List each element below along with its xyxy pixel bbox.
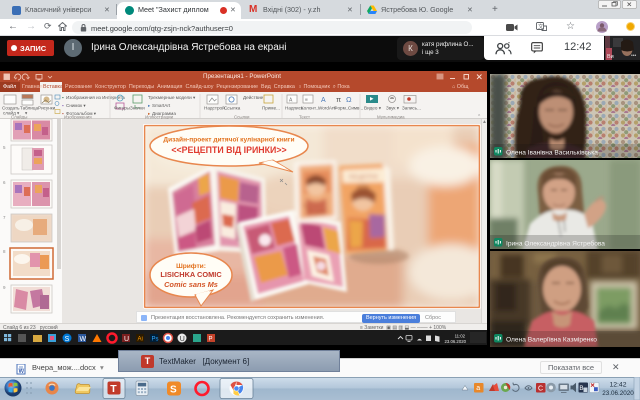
svg-text:▸: ▸ — [148, 103, 151, 108]
svg-text:Значки: Значки — [130, 106, 145, 111]
svg-text:Ви: Ви — [607, 54, 614, 60]
svg-text:11:02: 11:02 — [455, 334, 466, 339]
svg-text:": " — [508, 42, 510, 48]
svg-text:Действие: Действие — [243, 94, 264, 100]
svg-text:Видео ▾: Видео ▾ — [364, 106, 382, 111]
svg-text:РЕЦЕПТИ: РЕЦЕПТИ — [349, 174, 378, 181]
svg-text:S: S — [65, 336, 70, 343]
svg-text:SmartArt: SmartArt — [152, 103, 171, 108]
svg-text:LISICHKA COMIC: LISICHKA COMIC — [160, 270, 222, 279]
svg-text:23.06.2020: 23.06.2020 — [602, 390, 634, 397]
svg-text:23.06.2020: 23.06.2020 — [444, 339, 466, 344]
svg-text:U: U — [124, 336, 129, 343]
svg-text:▪: ▪ — [62, 103, 64, 108]
svg-text:12:42: 12:42 — [609, 382, 626, 389]
svg-text:P: P — [209, 337, 213, 343]
svg-text:Дизайн-проект дитячої кулінарн: Дизайн-проект дитячої кулінарної книги — [163, 136, 294, 144]
svg-text:Изображения из Интернета: Изображения из Интернета — [66, 95, 125, 100]
svg-text:Ai: Ai — [138, 337, 143, 343]
svg-text:•••: ••• — [631, 53, 637, 59]
svg-text:7: 7 — [3, 215, 6, 220]
svg-text:Ірина Олександрівна Ястребова: Ірина Олександрівна Ястребова — [506, 240, 605, 248]
svg-text:Ω: Ω — [346, 95, 352, 104]
svg-text:Звук ▾: Звук ▾ — [386, 106, 400, 111]
svg-text:Колонт...: Колонт... — [301, 106, 319, 111]
svg-text:Приме...: Приме... — [262, 106, 280, 111]
svg-text:5: 5 — [3, 145, 6, 150]
svg-text:Ps: Ps — [152, 337, 159, 343]
svg-text:S: S — [170, 385, 177, 396]
svg-text:Comic sans Ms: Comic sans Ms — [164, 280, 218, 289]
svg-text:<<РЕЦЕПТИ ВІД ІРИНКИ>>: <<РЕЦЕПТИ ВІД ІРИНКИ>> — [171, 145, 286, 155]
svg-text:a: a — [476, 385, 480, 392]
svg-text:WordArt: WordArt — [318, 106, 335, 111]
svg-text:8: 8 — [3, 249, 6, 254]
svg-text:Запись...: Запись... — [402, 106, 421, 111]
svg-text:Симв...: Симв... — [348, 106, 363, 111]
svg-text:Олена Іванівна Васильківська: Олена Іванівна Васильківська — [506, 149, 598, 157]
svg-text:W: W — [80, 336, 87, 343]
svg-text:≡: ≡ — [305, 98, 308, 104]
svg-text:W: W — [19, 369, 25, 375]
svg-text:В: В — [579, 385, 583, 392]
svg-text:Рисунки: Рисунки — [38, 106, 56, 111]
svg-text:Трехмерные модели ▾: Трехмерные модели ▾ — [148, 95, 196, 100]
svg-text:Шрифти:: Шрифти: — [176, 263, 206, 270]
svg-text:Олена Валеріївна Казміренко: Олена Валеріївна Казміренко — [506, 336, 597, 344]
svg-text:π: π — [336, 95, 341, 104]
svg-text:T: T — [110, 383, 117, 395]
svg-text:▪: ▪ — [62, 95, 64, 100]
svg-text:Ссылка: Ссылка — [224, 106, 241, 111]
svg-text:U: U — [180, 336, 185, 343]
svg-text:6: 6 — [3, 180, 6, 185]
svg-text:Фигуры: Фигуры — [114, 106, 130, 111]
svg-text:文: 文 — [538, 23, 544, 31]
svg-text:Снимок ▾: Снимок ▾ — [66, 103, 86, 108]
svg-text:А: А — [321, 97, 326, 104]
svg-text:Таблица: Таблица — [20, 106, 38, 111]
svg-text:9: 9 — [3, 285, 6, 290]
svg-text:C: C — [538, 385, 543, 392]
